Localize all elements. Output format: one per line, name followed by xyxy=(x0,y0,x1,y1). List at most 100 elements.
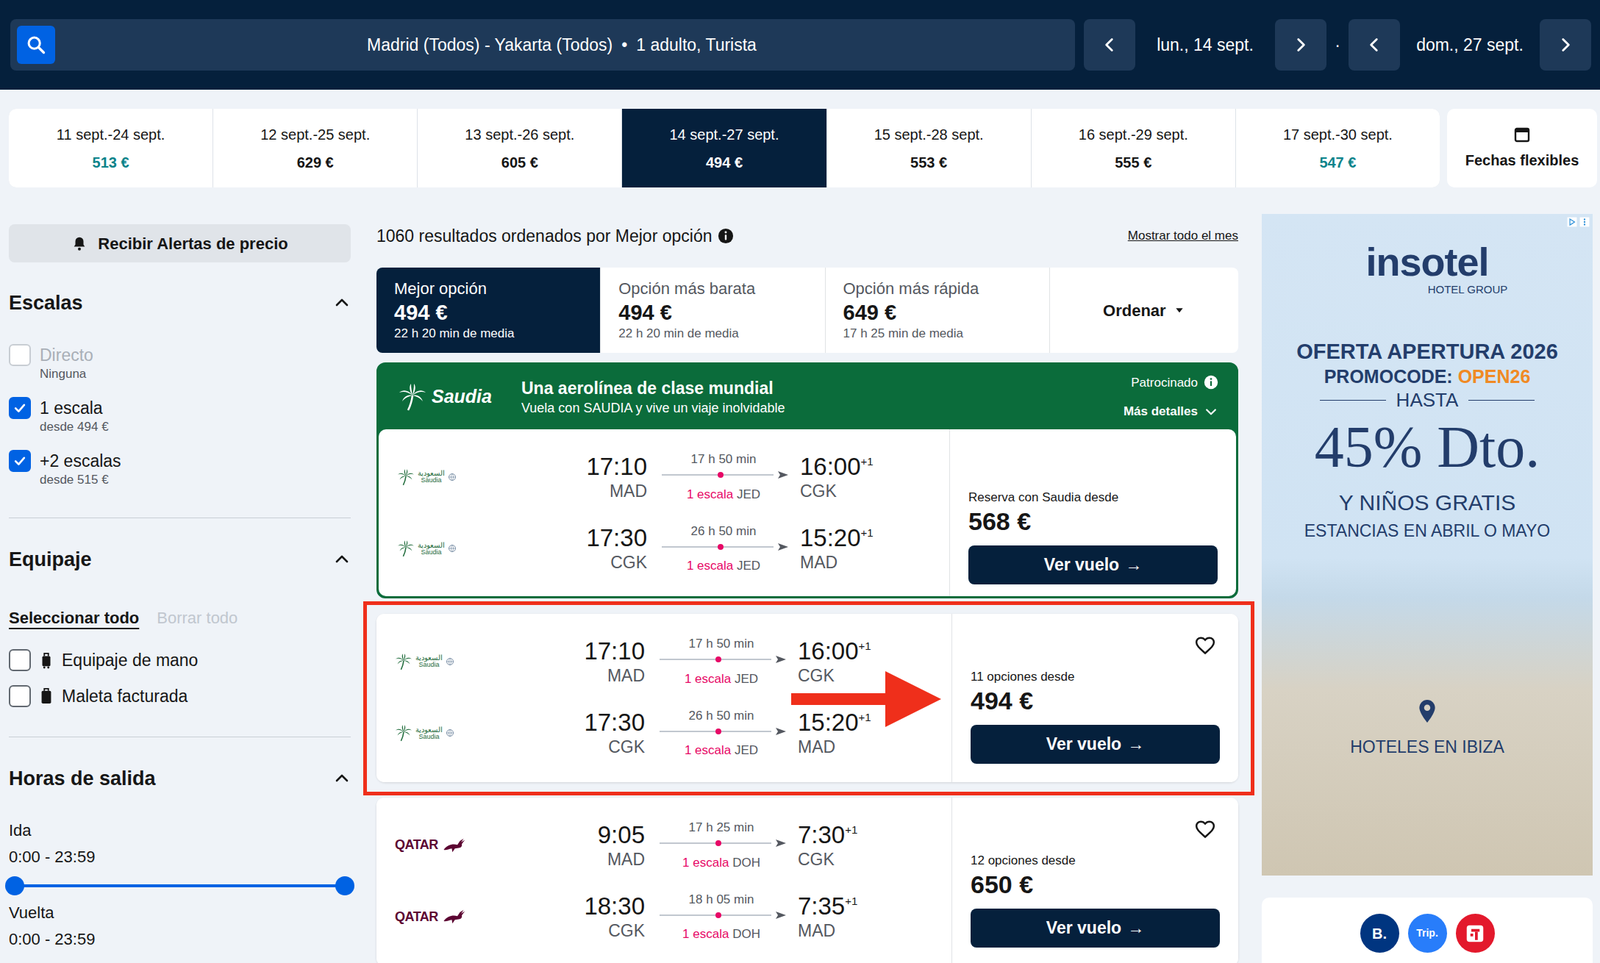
menu-dots-icon xyxy=(1579,216,1590,228)
sponsored-badge: Patrocinado xyxy=(1130,373,1219,393)
date-option[interactable]: 16 sept.-29 sept.555 € xyxy=(1031,108,1236,188)
flight-card[interactable]: QATAR9:05MAD17 h 25 min1 escala DOH7:30+… xyxy=(376,797,1239,963)
price-panel: Reserva con Saudia desde568 €Ver vuelo→ xyxy=(949,429,1237,597)
arrival-time-row: 7:35+1 xyxy=(797,892,894,921)
airline-wordmark: السعوديةSaudia xyxy=(415,726,443,741)
button-label: Ver vuelo xyxy=(1046,731,1122,758)
baggage-option[interactable]: Equipaje de mano xyxy=(8,649,351,672)
ad-promo: PROMOCODE: OPEN26 xyxy=(1324,365,1531,388)
date-option[interactable]: 12 sept.-25 sept.629 € xyxy=(213,108,417,188)
time-slider[interactable] xyxy=(14,875,345,898)
date-option[interactable]: 11 sept.-24 sept.513 € xyxy=(8,108,213,188)
checkbox[interactable] xyxy=(8,685,31,708)
stops-count: 1 escala xyxy=(684,743,731,758)
sponsor-headline: Una aerolínea de clase mundial xyxy=(521,377,1124,400)
option-note: Ninguna xyxy=(39,366,94,383)
option-label: 1 escala xyxy=(39,397,109,420)
date-option[interactable]: 15 sept.-28 sept.553 € xyxy=(827,108,1031,188)
departure-date[interactable]: lun., 14 sept. xyxy=(1135,32,1275,59)
date-option[interactable]: 14 sept.-27 sept.494 € xyxy=(622,108,826,188)
section-title: Equipaje xyxy=(8,547,92,573)
arrival: 7:35+1MAD xyxy=(797,892,894,942)
departure-airport: CGK xyxy=(534,920,645,942)
slider-track xyxy=(14,884,345,888)
separator: • xyxy=(621,35,628,55)
stops-count: 1 escala xyxy=(686,487,734,502)
hotel-ad[interactable]: insotelHOTEL GROUPOFERTA APERTURA 2026PR… xyxy=(1261,213,1593,876)
airline-name: Saudia xyxy=(420,477,442,484)
favorite-button[interactable] xyxy=(1194,634,1217,662)
show-month-link[interactable]: Mostrar todo el mes xyxy=(1127,226,1239,246)
times-header[interactable]: Horas de salida xyxy=(8,766,351,792)
next-return-button[interactable] xyxy=(1539,19,1592,71)
departure-airport: CGK xyxy=(534,736,645,758)
flight-legs: QATAR9:05MAD17 h 25 min1 escala DOH7:30+… xyxy=(376,797,952,963)
price-alert-label: Recibir Alertas de precio xyxy=(97,231,288,256)
prev-departure-button[interactable] xyxy=(1083,19,1136,71)
date-price: 553 € xyxy=(910,151,948,174)
flight-legs: السعوديةSaudia17:10MAD17 h 50 min1 escal… xyxy=(378,429,950,597)
details-toggle[interactable]: Más detalles xyxy=(1123,402,1219,422)
sort-tab[interactable]: Opción más rápida649 €17 h 25 min de med… xyxy=(825,267,1050,353)
view-flight-button[interactable]: Ver vuelo→ xyxy=(968,545,1218,585)
checkbox[interactable] xyxy=(8,450,31,473)
partner-logo[interactable]: B. xyxy=(1360,913,1400,953)
ad-upto: HASTA xyxy=(1319,388,1536,412)
clear-all-link: Borrar todo xyxy=(156,608,238,629)
prev-return-button[interactable] xyxy=(1348,19,1400,71)
stop-airport: JED xyxy=(736,558,761,573)
partner-logo[interactable] xyxy=(1455,913,1495,953)
stops-option[interactable]: 1 escaladesde 494 € xyxy=(8,397,351,436)
date-option[interactable]: 13 sept.-26 sept.605 € xyxy=(417,108,622,188)
slider-handle[interactable] xyxy=(5,876,25,896)
range-label: Vuelta xyxy=(8,902,351,924)
results-count: 1060 resultados ordenados por Mejor opci… xyxy=(376,223,712,250)
departure-time: 17:10 xyxy=(534,637,645,666)
baggage-option[interactable]: Maleta facturada xyxy=(8,685,351,708)
sponsored-card[interactable]: SaudiaUna aerolínea de clase mundialVuel… xyxy=(376,362,1239,599)
next-departure-button[interactable] xyxy=(1275,19,1327,71)
date-option[interactable]: 17 sept.-30 sept.547 € xyxy=(1236,108,1440,188)
flight-card[interactable]: السعوديةSaudia17:10MAD17 h 50 min1 escal… xyxy=(376,613,1239,783)
sort-tab[interactable]: Mejor opción494 €22 h 20 min de media xyxy=(376,267,601,353)
departure-time: 18:30 xyxy=(534,892,645,921)
view-flight-button[interactable]: Ver vuelo→ xyxy=(970,725,1220,764)
alliance-icon xyxy=(447,544,457,553)
airline-arabic: السعودية xyxy=(415,654,443,662)
palm-icon xyxy=(397,382,428,412)
favorite-button[interactable] xyxy=(1194,818,1217,846)
sort-tab[interactable]: Opción más barata494 €22 h 20 min de med… xyxy=(600,267,825,353)
stops-option[interactable]: +2 escalasdesde 515 € xyxy=(8,450,351,489)
sort-label: Ordenar xyxy=(1102,298,1167,323)
results-summary: 1060 resultados ordenados por Mejor opci… xyxy=(376,223,734,250)
range-reading: 0:00 - 23:59 xyxy=(8,847,351,868)
select-all-link[interactable]: Seleccionar todo xyxy=(8,608,139,629)
price-panel: 12 opciones desde650 €Ver vuelo→ xyxy=(951,797,1239,963)
airline-name: QATAR xyxy=(394,907,439,928)
ad-cta: HOTELES EN IBIZA xyxy=(1350,736,1505,758)
search-field[interactable]: Madrid (Todos) - Yakarta (Todos)•1 adult… xyxy=(10,19,1075,71)
sort-menu[interactable]: Ordenar xyxy=(1050,267,1239,353)
flexible-label: Fechas flexibles xyxy=(1465,149,1580,172)
checkbox[interactable] xyxy=(8,397,31,420)
route-summary[interactable]: Madrid (Todos) - Yakarta (Todos)•1 adult… xyxy=(55,32,1069,59)
slider-handle[interactable] xyxy=(335,876,355,896)
stop-airport: DOH xyxy=(732,855,761,870)
return-date[interactable]: dom., 27 sept. xyxy=(1400,32,1540,59)
search-button[interactable] xyxy=(16,25,56,64)
arrival-time: 15:20 xyxy=(797,708,859,737)
partner-logo[interactable]: Trip. xyxy=(1408,913,1448,953)
day-offset: +1 xyxy=(858,639,872,653)
baggage-header[interactable]: Equipaje xyxy=(8,547,351,573)
stops-info: 1 escala DOH xyxy=(655,855,788,872)
option-label: Directo xyxy=(39,344,94,367)
checkbox[interactable] xyxy=(8,649,31,672)
view-flight-button[interactable]: Ver vuelo→ xyxy=(970,908,1220,948)
flexible-dates-button[interactable]: Fechas flexibles xyxy=(1447,108,1598,188)
price-alert-button[interactable]: Recibir Alertas de precio xyxy=(8,224,351,263)
stops-header[interactable]: Escalas xyxy=(8,290,351,316)
airline-wordmark: السعوديةSaudia xyxy=(417,469,445,484)
ad-choices[interactable] xyxy=(1566,216,1590,228)
chevron-up-icon xyxy=(333,550,351,569)
chevron-up-icon xyxy=(333,294,351,312)
